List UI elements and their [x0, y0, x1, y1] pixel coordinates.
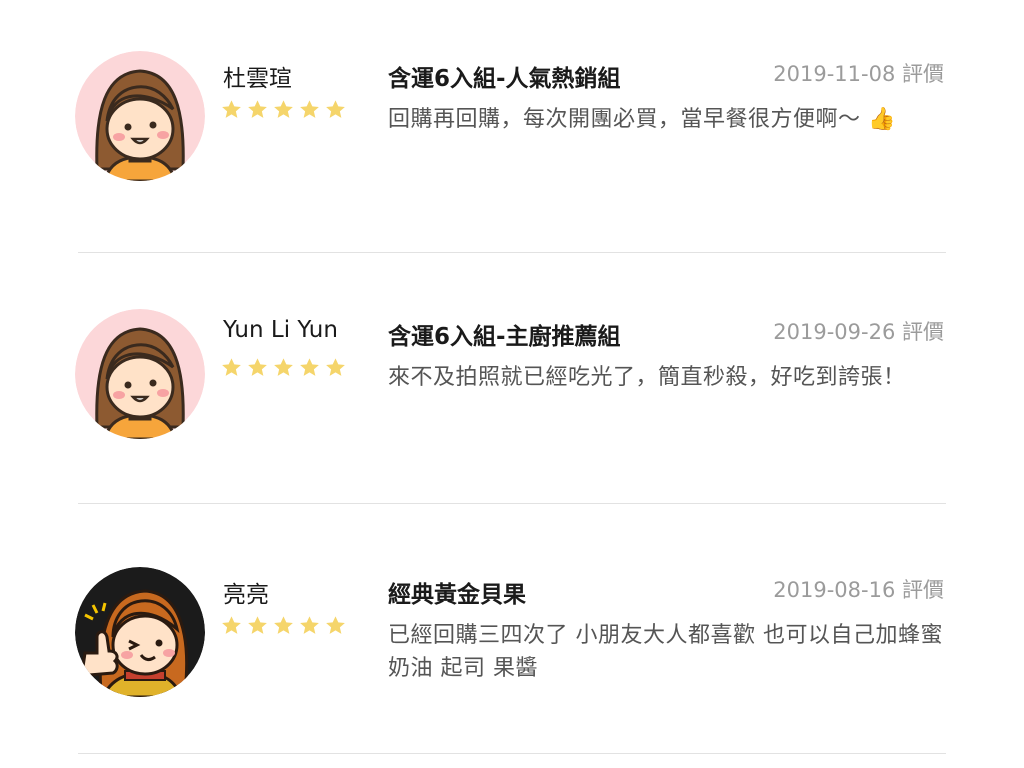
reviewer-name: 亮亮 — [223, 582, 269, 608]
star-icon — [274, 616, 293, 634]
star-icon — [222, 100, 241, 118]
star-icon — [300, 616, 319, 634]
review-date: 2019-09-26 評價 — [773, 320, 944, 344]
star-icon — [300, 358, 319, 376]
star-icon — [326, 358, 345, 376]
star-rating — [221, 615, 346, 636]
star-icon — [248, 616, 267, 634]
product-link[interactable]: 含運6入組-人氣熱銷組 — [388, 59, 621, 93]
avatar — [75, 309, 205, 439]
girl-smiling-avatar-icon — [75, 309, 205, 439]
star-icon — [248, 100, 267, 118]
star-icon — [300, 100, 319, 118]
product-link[interactable]: 含運6入組-主廚推薦組 — [388, 317, 621, 351]
divider — [78, 252, 946, 253]
girl-smiling-avatar-icon — [75, 51, 205, 181]
review-date: 2019-11-08 評價 — [773, 62, 944, 86]
divider — [78, 503, 946, 504]
divider — [78, 753, 946, 754]
star-icon — [222, 616, 241, 634]
star-rating — [221, 99, 346, 120]
star-rating — [221, 357, 346, 378]
reviewer-name: Yun Li Yun — [223, 317, 338, 343]
review-comment: 來不及拍照就已經吃光了，簡直秒殺，好吃到誇張！ — [388, 365, 906, 390]
star-icon — [248, 358, 267, 376]
product-link[interactable]: 經典黃金貝果 — [388, 575, 526, 609]
avatar — [75, 567, 205, 697]
avatar — [75, 51, 205, 181]
review-comment: 回購再回購，每次開團必買，當早餐很方便啊～ 👍 — [388, 107, 896, 132]
reviewer-name: 杜雲瑄 — [223, 66, 292, 92]
review-comment: 已經回購三四次了 小朋友大人都喜歡 也可以自己加蜂蜜 奶油 起司 果醬 — [388, 623, 943, 681]
star-icon — [222, 358, 241, 376]
star-icon — [274, 100, 293, 118]
review-list: 杜雲瑄 含運6入組-人氣熱銷組 2019-11-08 評價 回購再回購，每次開團… — [0, 0, 1024, 768]
star-icon — [274, 358, 293, 376]
review-date: 2019-08-16 評價 — [773, 578, 944, 602]
star-icon — [326, 616, 345, 634]
girl-thumbs-up-avatar-icon — [75, 567, 205, 697]
star-icon — [326, 100, 345, 118]
